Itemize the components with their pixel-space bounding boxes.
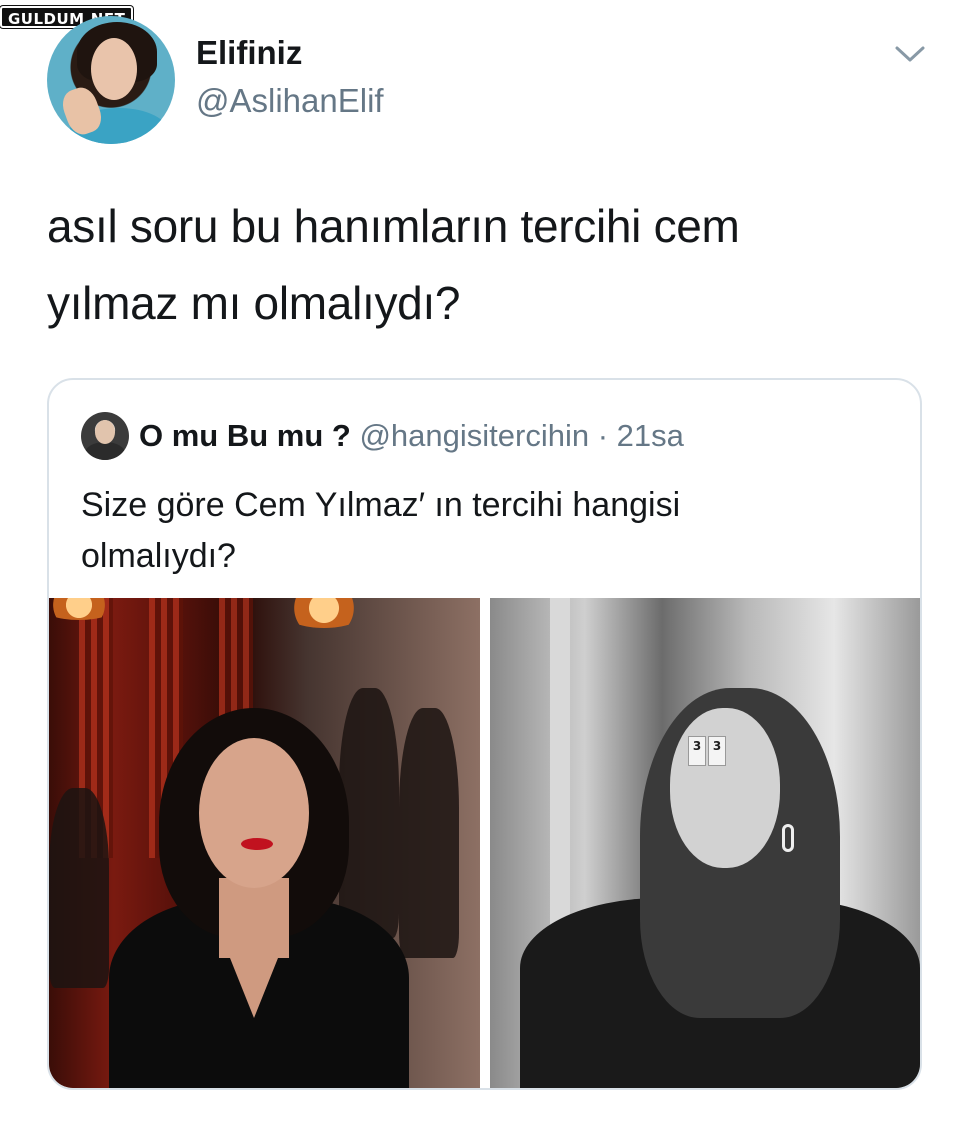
tweet-text: asıl soru bu hanımların tercihi cem yılm…	[47, 188, 927, 342]
woman-lips	[241, 838, 273, 850]
quoted-avatar-suit	[85, 442, 125, 460]
quoted-author-handle[interactable]: @hangisitercihin	[359, 418, 589, 453]
header-separator: ·	[597, 418, 609, 453]
domino-tile: 3	[708, 736, 726, 766]
girl-face	[670, 708, 780, 868]
domino-tile: 3	[688, 736, 706, 766]
quoted-tweet-time[interactable]: 21sa	[617, 418, 684, 453]
photo-left[interactable]	[49, 598, 480, 1088]
avatar-face	[91, 38, 137, 100]
tweet-text-line: asıl soru bu hanımların tercihi cem	[47, 200, 740, 252]
ceiling-lamp	[279, 598, 369, 628]
earring	[782, 824, 794, 852]
author-handle[interactable]: @AslihanElif	[196, 82, 384, 120]
quoted-tweet-header: O mu Bu mu ? @hangisitercihin · 21sa	[139, 418, 684, 454]
author-avatar[interactable]	[47, 16, 175, 144]
quoted-text-line: Size göre Cem Yılmaz′ ın tercihi hangisi	[81, 486, 681, 524]
quoted-text-line: olmalıydı?	[81, 537, 236, 575]
quoted-author-avatar[interactable]	[81, 412, 129, 460]
woman-face	[199, 738, 309, 888]
quoted-avatar-head	[95, 420, 115, 444]
tweet-text-line: yılmaz mı olmalıydı?	[47, 277, 461, 329]
quoted-tweet-card[interactable]: O mu Bu mu ? @hangisitercihin · 21sa Siz…	[47, 378, 922, 1090]
background-person	[399, 708, 459, 958]
author-display-name[interactable]: Elifiniz	[196, 34, 302, 72]
window-frame	[550, 598, 570, 928]
photo-right[interactable]: 3 3	[490, 598, 920, 1088]
quoted-tweet-media: 3 3	[49, 598, 920, 1088]
background-person	[49, 788, 109, 988]
woman-neck	[219, 878, 289, 958]
quoted-author-name[interactable]: O mu Bu mu ?	[139, 418, 351, 453]
quoted-tweet-text: Size göre Cem Yılmaz′ ın tercihi hangisi…	[81, 480, 861, 582]
chevron-down-icon[interactable]	[893, 42, 927, 66]
